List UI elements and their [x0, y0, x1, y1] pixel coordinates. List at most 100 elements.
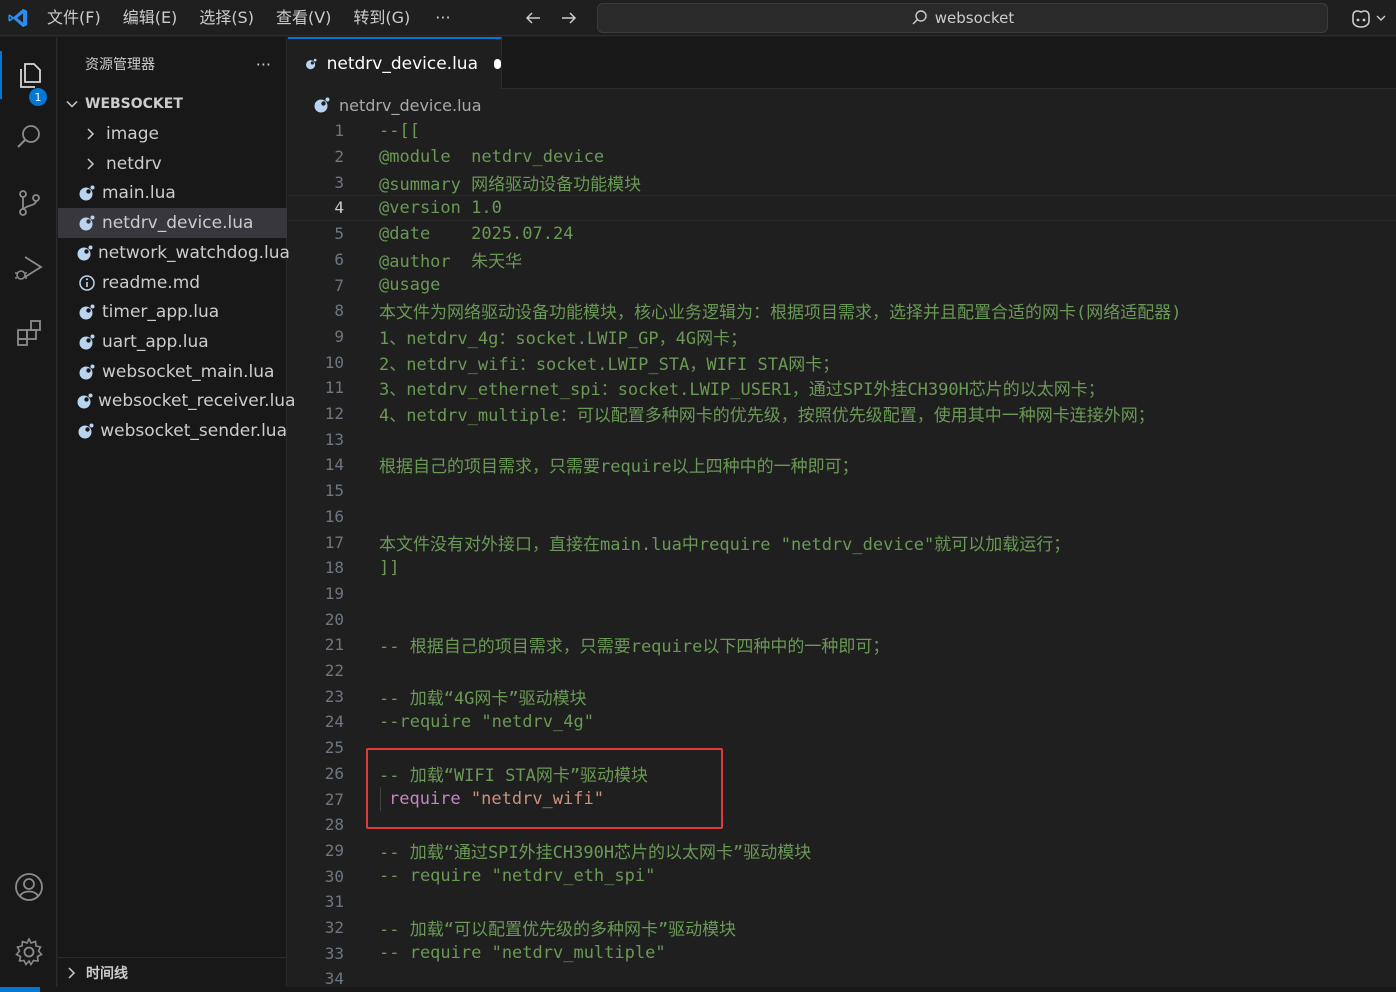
menu-edit[interactable]: 编辑(E): [112, 0, 189, 36]
tree-file-readme[interactable]: readme.md: [58, 268, 287, 298]
menu-file[interactable]: 文件(F): [36, 0, 112, 36]
manage-activity[interactable]: [0, 928, 57, 976]
tree-folder-netdrv[interactable]: netdrv: [58, 149, 287, 179]
code-line[interactable]: 29 -- 加载“通过SPI外挂CH390H芯片的以太网卡”驱动模块: [288, 838, 1396, 864]
line-number: 19: [324, 583, 344, 603]
code-text: 3、netdrv_ethernet_spi：socket.LWIP_USER1，…: [379, 380, 1105, 401]
code-line[interactable]: 20: [288, 606, 1396, 632]
code-line[interactable]: 21 -- 根据自己的项目需求，只需要require以下四种中的一种即可；: [288, 632, 1396, 658]
tree-file-websocket-main[interactable]: websocket_main.lua: [58, 357, 287, 387]
code-line[interactable]: 18]]: [288, 555, 1396, 581]
code-line[interactable]: 1 --[[: [288, 118, 1396, 144]
code-line[interactable]: 22: [288, 658, 1396, 684]
tree-item-label: image: [106, 124, 159, 144]
code-line[interactable]: 10 2、netdrv_wifi：socket.LWIP_STA，WIFI STA…: [288, 349, 1396, 375]
tree-file-websocket-receiver[interactable]: websocket_receiver.lua: [58, 386, 296, 416]
code-line[interactable]: 11 3、netdrv_ethernet_spi：socket.LWIP_USER…: [288, 375, 1396, 401]
line-number: 8: [334, 301, 344, 321]
tree-folder-image[interactable]: image: [58, 119, 287, 149]
menu-go[interactable]: 转到(G): [342, 0, 421, 36]
chevron-down-icon: [66, 100, 78, 108]
extensions-activity[interactable]: [0, 309, 57, 357]
source-control-activity[interactable]: [0, 179, 57, 227]
code-line[interactable]: 28: [288, 812, 1396, 838]
code-line[interactable]: 19: [288, 581, 1396, 607]
code-line[interactable]: 17 本文件没有对外接口，直接在main.lua中require "netdrv_…: [288, 529, 1396, 555]
code-line[interactable]: 5 @date 2025.07.24: [288, 221, 1396, 247]
code-line[interactable]: 26 -- 加载“WIFI STA网卡”驱动模块: [288, 761, 1396, 787]
code-line[interactable]: 27 require "netdrv_wifi": [288, 786, 1396, 812]
line-number: 28: [324, 815, 344, 835]
code-line[interactable]: 32 -- 加载“可以配置优先级的多种网卡”驱动模块: [288, 915, 1396, 941]
line-number: 10: [324, 352, 344, 372]
lua-file-icon: [314, 97, 330, 113]
code-line[interactable]: 23 -- 加载“4G网卡”驱动模块: [288, 683, 1396, 709]
line-number: 24: [324, 712, 344, 732]
line-number: 15: [324, 481, 344, 501]
code-text: @author 朱天华: [379, 251, 523, 272]
code-text: require "netdrv_wifi": [389, 789, 604, 810]
code-line[interactable]: 12 4、netdrv_multiple：可以配置多种网卡的优先级，按照优先级配置…: [288, 401, 1396, 427]
line-number: 18: [324, 558, 344, 578]
code-line[interactable]: 6 @author 朱天华: [288, 247, 1396, 273]
workspace-folder[interactable]: WEBSOCKET: [58, 91, 287, 117]
tree-file-uart-app[interactable]: uart_app.lua: [58, 327, 287, 357]
activity-bar: 1: [0, 37, 57, 992]
chevron-right-icon: [68, 966, 76, 979]
tree-file-network-watchdog[interactable]: network_watchdog.lua: [58, 238, 290, 268]
breadcrumb-file[interactable]: netdrv_device.lua: [339, 96, 482, 115]
tree-item-label: netdrv: [106, 154, 162, 174]
tree-file-main[interactable]: main.lua: [58, 178, 287, 208]
line-number: 23: [324, 686, 344, 706]
tree-file-netdrv-device[interactable]: netdrv_device.lua: [58, 208, 287, 238]
code-line[interactable]: 4 @version 1.0: [288, 195, 1396, 221]
line-number: 5: [334, 224, 344, 244]
code-line[interactable]: 9 1、netdrv_4g：socket.LWIP_GP，4G网卡；: [288, 324, 1396, 350]
chevron-right-icon: [80, 157, 102, 171]
code-line[interactable]: 33 -- require "netdrv_multiple": [288, 940, 1396, 966]
code-line[interactable]: 30 -- require "netdrv_eth_spi": [288, 863, 1396, 889]
explorer-more-button[interactable]: ···: [256, 55, 271, 74]
code-line[interactable]: 13: [288, 426, 1396, 452]
indent-guide: [380, 787, 381, 811]
code-line[interactable]: 15: [288, 478, 1396, 504]
timeline-label: 时间线: [86, 965, 128, 982]
command-center-search[interactable]: websocket: [597, 3, 1328, 33]
forward-arrow-icon[interactable]: [556, 5, 582, 31]
code-line[interactable]: 25: [288, 735, 1396, 761]
accounts-activity[interactable]: [0, 863, 57, 911]
code-line[interactable]: 14 根据自己的项目需求，只需要require以上四种中的一种即可；: [288, 452, 1396, 478]
code-line[interactable]: 31: [288, 889, 1396, 915]
code-line[interactable]: 3 @summary 网络驱动设备功能模块: [288, 169, 1396, 195]
search-activity[interactable]: [0, 113, 57, 161]
workspace-folder-label: WEBSOCKET: [85, 96, 183, 112]
unsaved-dot-icon[interactable]: [494, 59, 501, 69]
editor-tab-bar: netdrv_device.lua: [288, 37, 1396, 89]
search-icon: [16, 125, 40, 148]
code-editor[interactable]: 1 --[[2 @module netdrv_device 3 @summary 网络驱…: [288, 118, 1396, 992]
run-debug-activity[interactable]: [0, 244, 57, 292]
code-text: -- require "netdrv_eth_spi": [379, 866, 656, 887]
code-text: @version 1.0: [379, 197, 502, 218]
remote-indicator[interactable]: [0, 987, 40, 992]
timeline-section[interactable]: 时间线: [58, 957, 287, 987]
lua-file-icon: [76, 333, 98, 351]
code-line[interactable]: 24 --require "netdrv_4g": [288, 709, 1396, 735]
tree-item-label: main.lua: [102, 183, 176, 203]
tree-file-timer-app[interactable]: timer_app.lua: [58, 297, 287, 327]
back-arrow-icon[interactable]: [520, 5, 546, 31]
tree-file-websocket-sender[interactable]: websocket_sender.lua: [58, 416, 287, 446]
code-line[interactable]: 8 本文件为网络驱动设备功能模块，核心业务逻辑为：根据项目需求，选择并且配置合适的…: [288, 298, 1396, 324]
code-line[interactable]: 16: [288, 504, 1396, 530]
menu-view[interactable]: 查看(V): [265, 0, 342, 36]
menu-selection[interactable]: 选择(S): [188, 0, 265, 36]
line-number: 26: [324, 763, 344, 783]
explorer-activity[interactable]: 1: [0, 51, 57, 106]
code-line[interactable]: 7 @usage: [288, 272, 1396, 298]
menu-more[interactable]: ···: [421, 0, 464, 36]
code-line[interactable]: 2 @module netdrv_device: [288, 144, 1396, 170]
line-number: 1: [334, 121, 344, 141]
copilot-menu[interactable]: [1345, 4, 1389, 32]
line-number: 31: [324, 892, 344, 912]
tab-netdrv-device[interactable]: netdrv_device.lua: [288, 37, 502, 89]
